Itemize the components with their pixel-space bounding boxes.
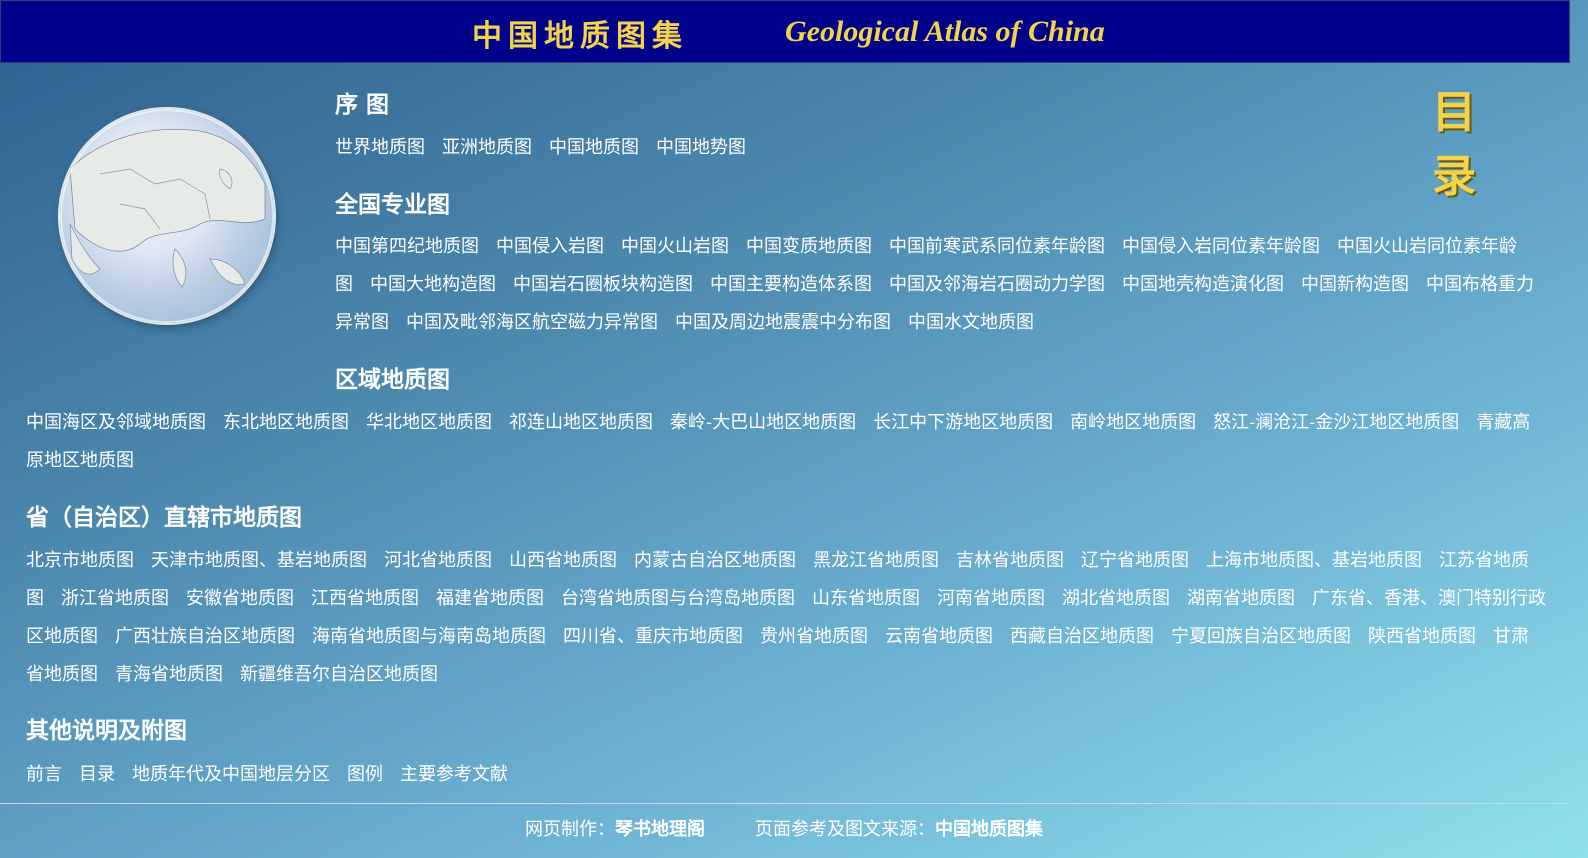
map-link[interactable]: 亚洲地质图 <box>442 137 532 158</box>
map-link[interactable]: 上海市地质图、基岩地质图 <box>1206 550 1422 571</box>
map-link[interactable]: 安徽省地质图 <box>186 588 294 609</box>
map-link[interactable]: 海南省地质图与海南岛地质图 <box>312 626 546 647</box>
map-link[interactable]: 山西省地质图 <box>509 550 617 571</box>
map-link[interactable]: 辽宁省地质图 <box>1081 550 1189 571</box>
map-link[interactable]: 中国海区及邻域地质图 <box>26 412 206 433</box>
footer-made-value: 琴书地理阁 <box>615 819 705 840</box>
map-link[interactable]: 广西壮族自治区地质图 <box>115 626 295 647</box>
map-link[interactable]: 黑龙江省地质图 <box>813 550 939 571</box>
section-title-regional: 区域地质图 <box>335 367 450 393</box>
map-link[interactable]: 中国火山岩图 <box>621 236 729 257</box>
map-link[interactable]: 吉林省地质图 <box>956 550 1064 571</box>
map-link[interactable]: 怒江-澜沧江-金沙江地区地质图 <box>1213 412 1459 433</box>
footer-source-label: 页面参考及图文来源： <box>755 819 935 840</box>
map-link[interactable]: 内蒙古自治区地质图 <box>634 550 796 571</box>
map-link[interactable]: 北京市地质图 <box>26 550 134 571</box>
map-link[interactable]: 江西省地质图 <box>311 588 419 609</box>
map-link[interactable]: 中国侵入岩图 <box>496 236 604 257</box>
footer-divider <box>0 803 1568 804</box>
map-link[interactable]: 河北省地质图 <box>384 550 492 571</box>
map-link[interactable]: 云南省地质图 <box>885 626 993 647</box>
map-link[interactable]: 主要参考文献 <box>400 764 508 785</box>
map-link[interactable]: 西藏自治区地质图 <box>1010 626 1154 647</box>
map-link[interactable]: 南岭地区地质图 <box>1070 412 1196 433</box>
map-link[interactable]: 祁连山地区地质图 <box>509 412 653 433</box>
map-link[interactable]: 中国及毗邻海区航空磁力异常图 <box>406 312 658 333</box>
map-link[interactable]: 中国及邻海岩石圈动力学图 <box>889 274 1105 295</box>
map-link[interactable]: 中国水文地质图 <box>908 312 1034 333</box>
map-link[interactable]: 秦岭-大巴山地区地质图 <box>670 412 856 433</box>
map-link[interactable]: 前言 <box>26 764 62 785</box>
map-link[interactable]: 贵州省地质图 <box>760 626 868 647</box>
site-title-en: Geological Atlas of China <box>785 15 1105 48</box>
map-link[interactable]: 中国侵入岩同位素年龄图 <box>1122 236 1320 257</box>
map-link[interactable]: 中国新构造图 <box>1301 274 1409 295</box>
map-link[interactable]: 中国地质图 <box>549 137 639 158</box>
map-link[interactable]: 中国第四纪地质图 <box>335 236 479 257</box>
section-links-appendix: 前言 目录 地质年代及中国地层分区 图例 主要参考文献 <box>26 756 1546 794</box>
map-link[interactable]: 中国大地构造图 <box>370 274 496 295</box>
map-link[interactable]: 中国前寒武系同位素年龄图 <box>889 236 1105 257</box>
section-title-preface-maps: 序 图 <box>335 92 390 118</box>
map-link[interactable]: 福建省地质图 <box>436 588 544 609</box>
map-link[interactable]: 图例 <box>347 764 383 785</box>
map-link[interactable]: 青海省地质图 <box>115 664 223 685</box>
section-title-provincial: 省（自治区）直辖市地质图 <box>26 505 302 531</box>
map-link[interactable]: 世界地质图 <box>335 137 425 158</box>
map-link[interactable]: 中国岩石圈板块构造图 <box>513 274 693 295</box>
section-title-appendix: 其他说明及附图 <box>26 718 187 744</box>
section-links-regional: 中国海区及邻域地质图 东北地区地质图 华北地区地质图 祁连山地区地质图 秦岭-大巴山地区… <box>26 404 1546 480</box>
page-footer: 网页制作：琴书地理阁 页面参考及图文来源：中国地质图集 <box>0 815 1568 841</box>
map-link[interactable]: 新疆维吾尔自治区地质图 <box>240 664 438 685</box>
globe-map-drawing <box>60 109 274 323</box>
map-link[interactable]: 中国地势图 <box>656 137 746 158</box>
map-link[interactable]: 浙江省地质图 <box>61 588 169 609</box>
map-link[interactable]: 东北地区地质图 <box>223 412 349 433</box>
footer-source-value: 中国地质图集 <box>935 819 1043 840</box>
footer-made-label: 网页制作： <box>525 819 615 840</box>
section-links-provincial: 北京市地质图 天津市地质图、基岩地质图 河北省地质图 山西省地质图 内蒙古自治区地质图黑… <box>26 542 1546 694</box>
section-links-preface-maps: 世界地质图 亚洲地质图 中国地质图 中国地势图 <box>335 129 1545 167</box>
page-header: 中国地质图集 Geological Atlas of China <box>0 0 1570 63</box>
section-title-national-thematic: 全国专业图 <box>335 192 450 218</box>
map-link[interactable]: 湖北省地质图 <box>1062 588 1170 609</box>
map-link[interactable]: 山东省地质图 <box>812 588 920 609</box>
map-link[interactable]: 台湾省地质图与台湾岛地质图 <box>561 588 795 609</box>
map-link[interactable]: 中国主要构造体系图 <box>710 274 872 295</box>
map-link[interactable]: 中国及周边地震震中分布图 <box>675 312 891 333</box>
map-link[interactable]: 目录 <box>79 764 115 785</box>
map-link[interactable]: 天津市地质图、基岩地质图 <box>151 550 367 571</box>
map-link[interactable]: 地质年代及中国地层分区 <box>132 764 330 785</box>
map-link[interactable]: 中国地壳构造演化图 <box>1122 274 1284 295</box>
map-link[interactable]: 中国变质地质图 <box>746 236 872 257</box>
section-links-national-thematic: 中国第四纪地质图 中国侵入岩图 中国火山岩图 中国变质地质图 中国前寒武系同位素年龄图中… <box>335 228 1545 342</box>
map-link[interactable]: 长江中下游地区地质图 <box>873 412 1053 433</box>
map-link[interactable]: 湖南省地质图 <box>1187 588 1295 609</box>
site-title-cn: 中国地质图集 <box>472 19 688 54</box>
map-link[interactable]: 河南省地质图 <box>937 588 1045 609</box>
map-link[interactable]: 华北地区地质图 <box>366 412 492 433</box>
map-link[interactable]: 陕西省地质图 <box>1368 626 1476 647</box>
map-link[interactable]: 四川省、重庆市地质图 <box>563 626 743 647</box>
globe-map-icon <box>60 109 274 323</box>
map-link[interactable]: 宁夏回族自治区地质图 <box>1171 626 1351 647</box>
